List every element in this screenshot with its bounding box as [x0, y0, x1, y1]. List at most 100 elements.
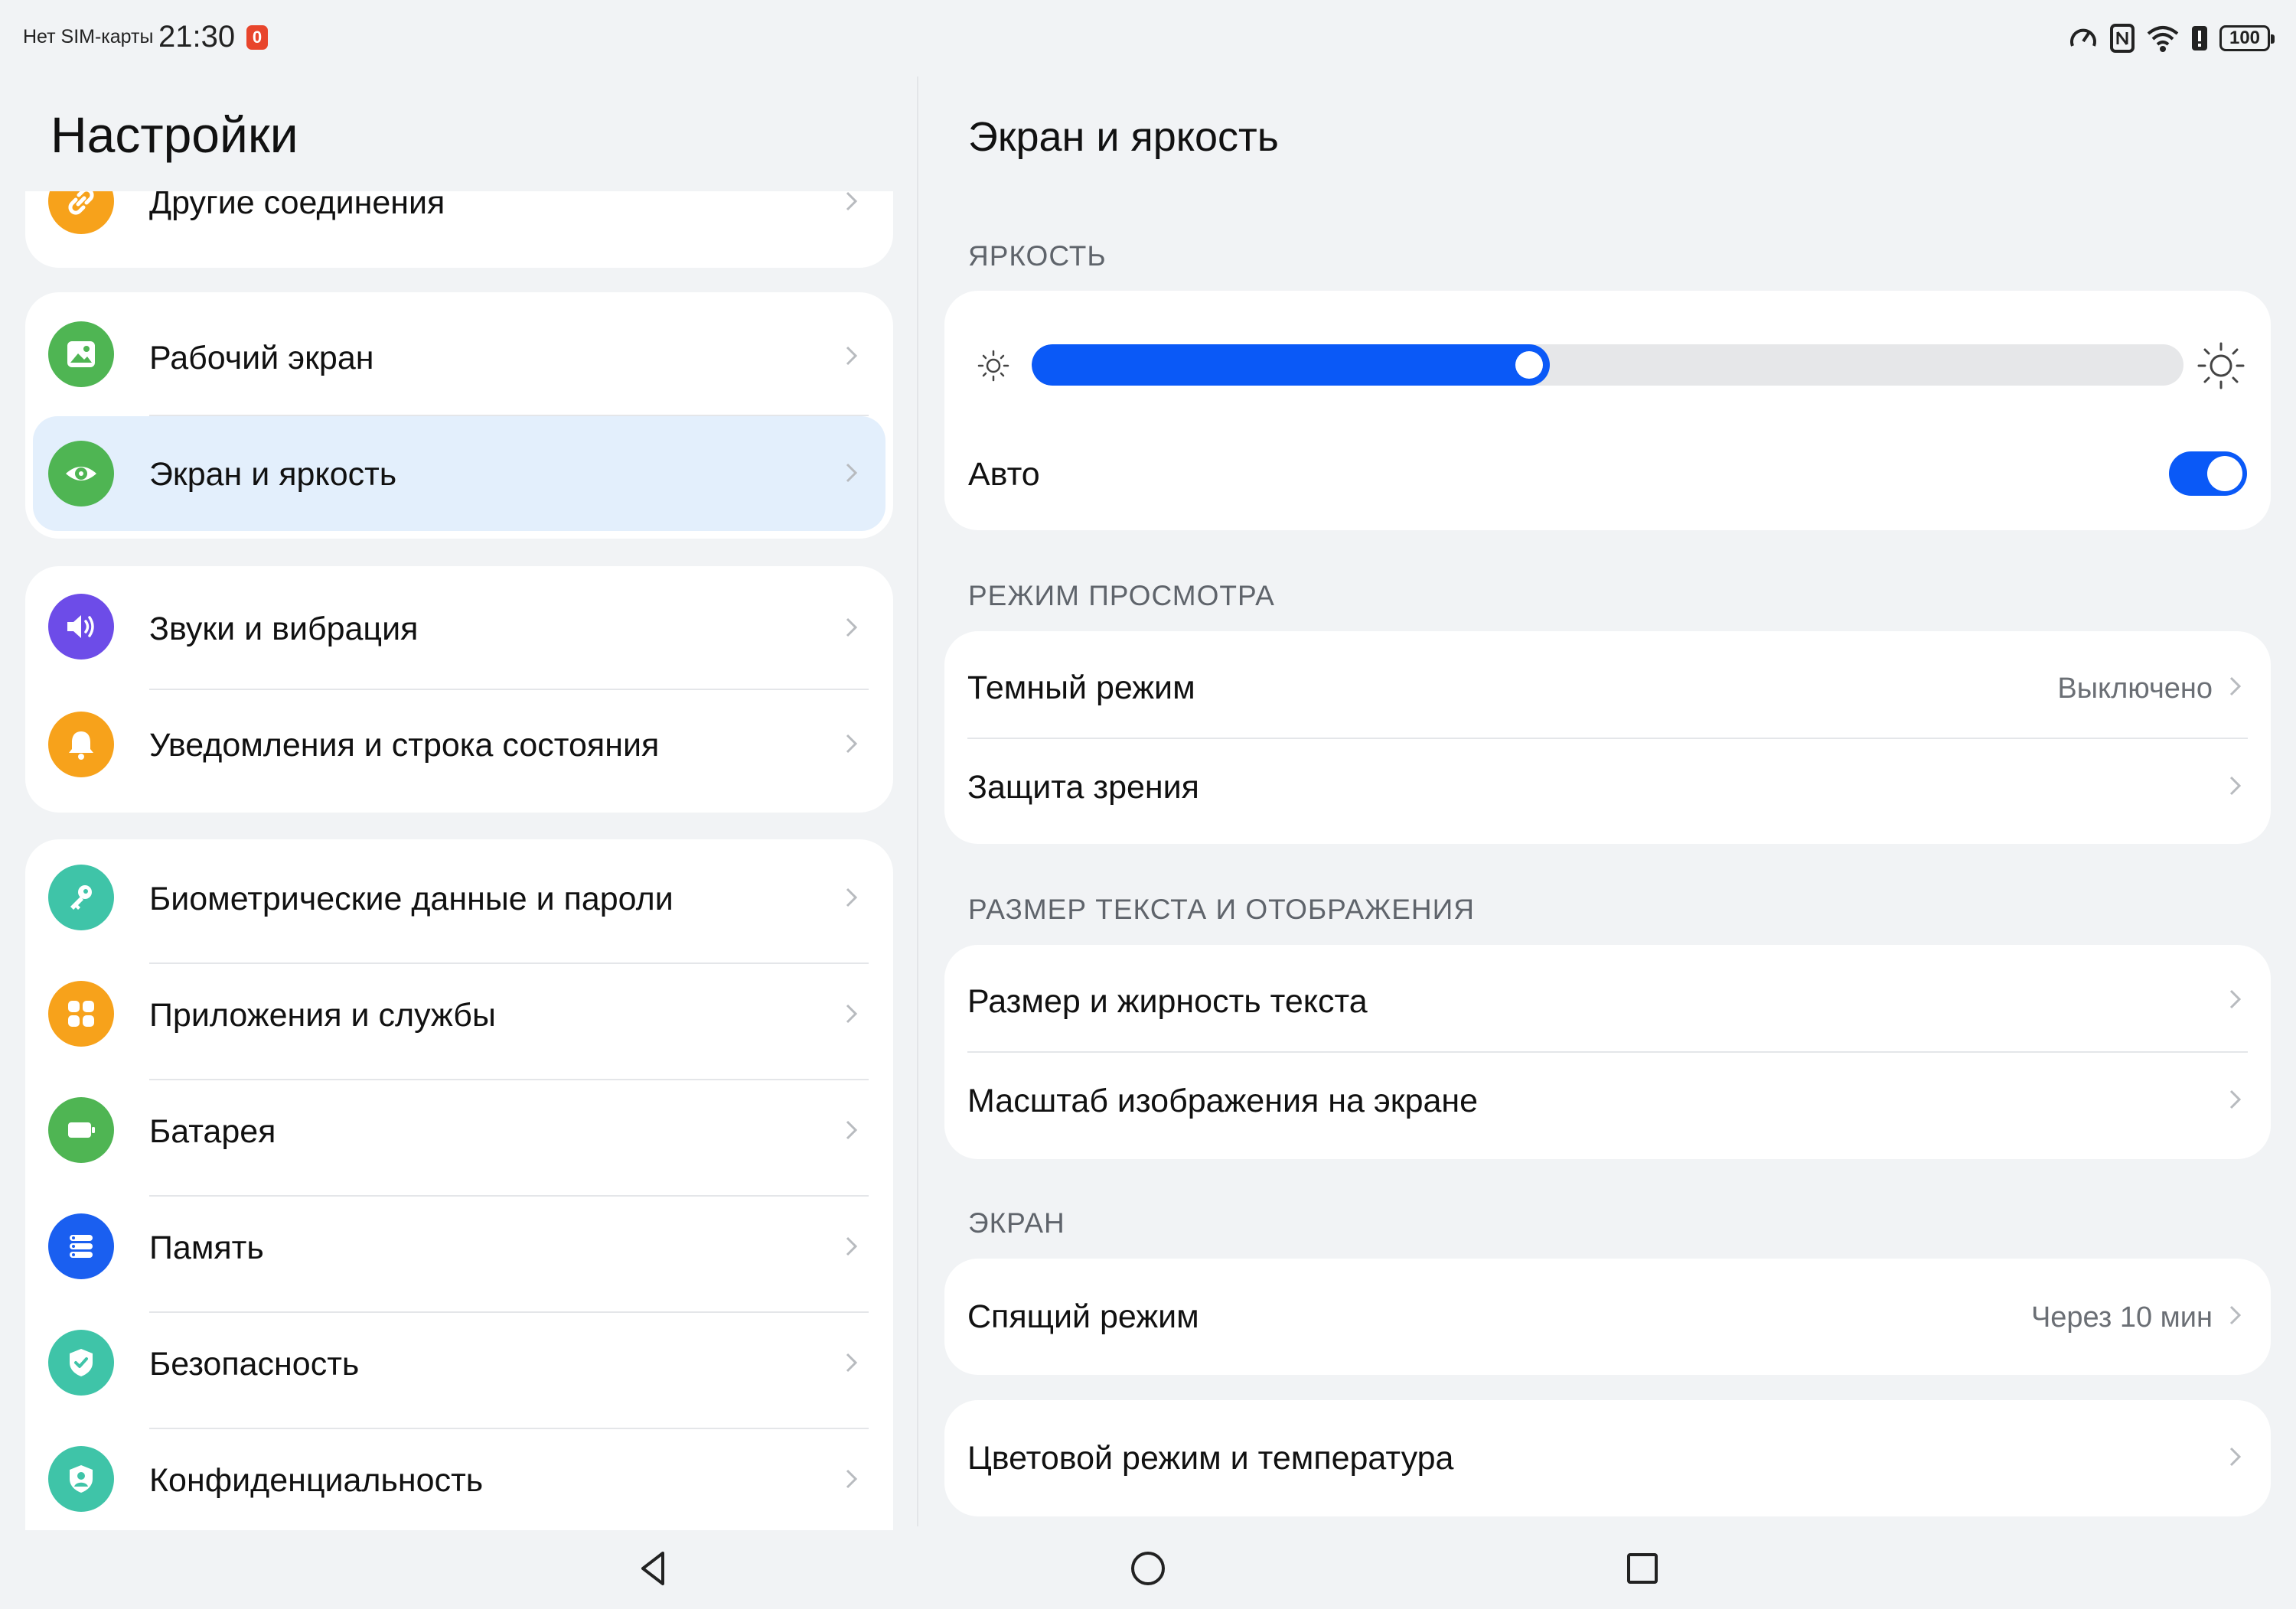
eye-comfort-row[interactable]: Защита зрения — [944, 738, 2271, 844]
view-mode-card: Темный режим Выключено Защита зрения — [944, 631, 2271, 844]
notification-badge: 0 — [246, 25, 268, 50]
brightness-card — [944, 291, 2271, 530]
chevron-right-icon — [2229, 676, 2242, 696]
chevron-right-icon — [846, 617, 858, 637]
bell-icon — [48, 712, 114, 777]
sidebar-item-home-screen[interactable]: Рабочий экран — [25, 297, 893, 412]
settings-card-system: Биометрические данные и пароли Приложени… — [25, 839, 893, 1530]
link-icon — [48, 191, 114, 234]
sleep-card: Спящий режим Через 10 мин — [944, 1259, 2271, 1375]
page-title: Настройки — [51, 106, 298, 163]
eye-icon — [48, 441, 114, 506]
auto-brightness-toggle[interactable] — [2169, 451, 2247, 496]
display-scale-row[interactable]: Масштаб изображения на экране — [944, 1052, 2271, 1159]
chevron-right-icon — [2229, 1305, 2242, 1325]
dark-mode-row[interactable]: Темный режим Выключено — [944, 631, 2271, 737]
sidebar-item-label: Память — [149, 1230, 264, 1266]
sidebar-item-security[interactable]: Безопасность — [25, 1304, 893, 1419]
speaker-icon — [48, 594, 114, 660]
home-icon[interactable] — [1127, 1547, 1169, 1590]
chevron-right-icon — [846, 463, 858, 483]
status-icons: 100 — [2068, 21, 2275, 55]
privacy-icon — [48, 1446, 114, 1512]
dark-mode-label: Темный режим — [967, 669, 1195, 706]
settings-card-connections: Другие соединения — [25, 191, 893, 268]
settings-card-home: Рабочий экран Экран и яркость — [25, 292, 893, 539]
speed-icon — [2070, 28, 2096, 47]
settings-card-sound: Звуки и вибрация Уведомления и строка со… — [25, 566, 893, 813]
sleep-label: Спящий режим — [967, 1298, 1199, 1335]
apps-icon — [48, 981, 114, 1047]
color-temp-label: Цветовой режим и температура — [967, 1440, 1454, 1477]
chevron-right-icon — [846, 734, 858, 754]
chevron-right-icon — [846, 191, 858, 211]
sidebar-item-label: Другие соединения — [149, 191, 445, 221]
chevron-right-icon — [846, 1120, 858, 1140]
chevron-right-icon — [846, 1004, 858, 1024]
clock: 21:30 — [158, 20, 236, 54]
section-header-text-size: РАЗМЕР ТЕКСТА И ОТОБРАЖЕНИЯ — [968, 894, 1475, 925]
sidebar-item-label: Батарея — [149, 1113, 276, 1150]
brightness-slider[interactable] — [1032, 344, 2183, 386]
sidebar-item-label: Рабочий экран — [149, 340, 374, 376]
section-header-view-mode: РЕЖИМ ПРОСМОТРА — [968, 580, 1275, 611]
wifi-icon — [2147, 26, 2179, 52]
section-header-screen: ЭКРАН — [968, 1207, 1065, 1239]
chevron-right-icon — [2229, 989, 2242, 1009]
chevron-right-icon — [846, 1469, 858, 1489]
recents-icon[interactable] — [1621, 1547, 1664, 1590]
toggle-knob — [2207, 456, 2242, 491]
nfc-icon — [2110, 24, 2135, 53]
chevron-right-icon — [2229, 1447, 2242, 1467]
section-header-brightness: ЯРКОСТЬ — [968, 240, 1107, 272]
sidebar-item-label: Приложения и службы — [149, 997, 496, 1034]
sleep-row[interactable]: Спящий режим Через 10 мин — [944, 1259, 2271, 1375]
sim-status: Нет SIM-карты — [23, 26, 154, 47]
chevron-right-icon — [846, 346, 858, 366]
auto-brightness-label: Авто — [968, 456, 1040, 493]
color-temp-card: Цветовой режим и температура — [944, 1400, 2271, 1516]
key-icon — [48, 865, 114, 930]
chevron-right-icon — [2229, 776, 2242, 796]
eye-comfort-label: Защита зрения — [967, 769, 1199, 806]
sidebar-item-storage[interactable]: Память — [25, 1188, 893, 1303]
sleep-value: Через 10 мин — [2030, 1301, 2213, 1334]
sidebar-item-label: Биометрические данные и пароли — [149, 881, 673, 917]
text-size-card: Размер и жирность текста Масштаб изображ… — [944, 945, 2271, 1159]
chevron-right-icon — [2229, 1089, 2242, 1109]
sidebar-item-notifications[interactable]: Уведомления и строка состояния — [25, 690, 893, 805]
chevron-right-icon — [846, 888, 858, 907]
brightness-slider-fill — [1032, 344, 1550, 386]
sidebar-item-label: Конфиденциальность — [149, 1462, 484, 1499]
sidebar-item-apps[interactable]: Приложения и службы — [25, 956, 893, 1070]
sidebar-item-label: Звуки и вибрация — [149, 611, 419, 647]
brightness-slider-thumb[interactable] — [1515, 351, 1543, 379]
sidebar-item-label: Уведомления и строка состояния — [149, 727, 660, 764]
display-scale-label: Масштаб изображения на экране — [967, 1083, 1479, 1119]
brightness-low-icon — [977, 350, 1009, 382]
battery-icon: 100 — [2219, 25, 2275, 51]
brightness-high-icon — [2197, 342, 2245, 389]
shield-check-icon — [48, 1330, 114, 1396]
text-weight-row[interactable]: Размер и жирность текста — [944, 945, 2271, 1052]
pane-divider — [917, 77, 918, 1526]
sidebar-item-privacy[interactable]: Конфиденциальность — [25, 1421, 893, 1530]
color-temp-row[interactable]: Цветовой режим и температура — [944, 1400, 2271, 1516]
sidebar-item-sounds[interactable]: Звуки и вибрация — [25, 571, 893, 686]
storage-icon — [48, 1213, 114, 1279]
sidebar-item-display-brightness[interactable]: Экран и яркость — [33, 416, 885, 531]
sidebar-item-label: Экран и яркость — [149, 456, 397, 493]
battery-alert-icon — [2192, 26, 2207, 50]
chevron-right-icon — [846, 1353, 858, 1373]
text-weight-label: Размер и жирность текста — [967, 983, 1368, 1020]
sidebar-item-label: Безопасность — [149, 1346, 360, 1383]
sidebar-item-battery[interactable]: Батарея — [25, 1072, 893, 1187]
battery-icon — [48, 1097, 114, 1163]
sidebar-item-other-connections[interactable]: Другие соединения — [25, 191, 893, 259]
detail-title: Экран и яркость — [968, 114, 1279, 160]
dark-mode-value: Выключено — [2057, 673, 2213, 705]
back-icon[interactable] — [632, 1547, 675, 1590]
sidebar-item-biometrics[interactable]: Биометрические данные и пароли — [25, 839, 893, 954]
chevron-right-icon — [846, 1236, 858, 1256]
picture-icon — [48, 321, 114, 387]
